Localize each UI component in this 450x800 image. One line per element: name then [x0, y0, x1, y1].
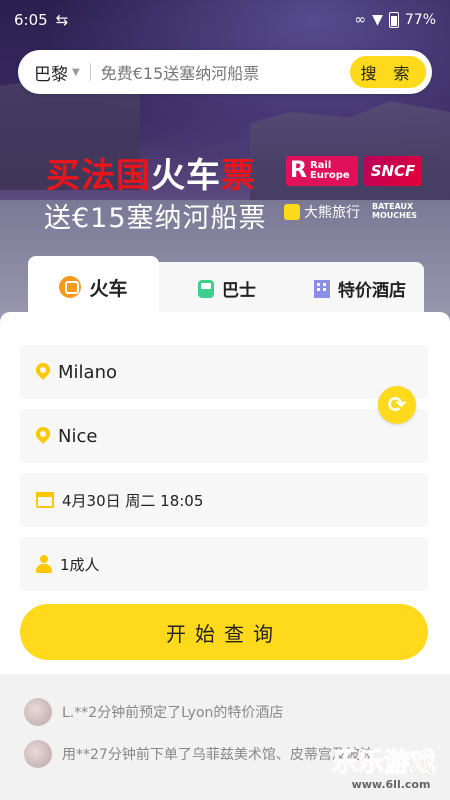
to-station-field[interactable]: Nice: [20, 409, 428, 463]
rail-europe-logo: R Rail Europe: [286, 156, 358, 186]
battery-level: 77%: [404, 12, 436, 28]
sncf-logo: SNCF: [364, 156, 422, 186]
to-station-value: Nice: [58, 425, 98, 447]
passenger-value: 1成人: [60, 555, 100, 574]
status-left: 6:05 ⇆: [14, 11, 68, 29]
status-right: ∞ ▼ 77%: [354, 12, 436, 28]
watermark: 乐乐游戏 www.6ll.com: [332, 748, 450, 800]
watermark-url: www.6ll.com: [351, 778, 431, 791]
calendar-icon: [36, 492, 54, 508]
daxiong-label: 大熊旅行: [304, 205, 360, 221]
battery-icon: [388, 12, 399, 28]
banner-headline-part2: 火车: [151, 156, 221, 196]
location-pin-icon: [36, 363, 50, 381]
status-time: 6:05: [14, 11, 48, 29]
city-selector[interactable]: 巴黎: [34, 60, 68, 85]
rail-europe-line2: Europe: [309, 170, 350, 181]
tab-train[interactable]: 火车: [28, 256, 159, 318]
chevron-down-icon[interactable]: ▼: [72, 67, 80, 78]
bateaux-line2: MOUCHES: [372, 211, 418, 220]
tab-train-label: 火车: [89, 274, 128, 303]
search-divider: [89, 63, 91, 81]
train-icon: [59, 276, 82, 298]
hotel-icon: [314, 279, 330, 298]
watermark-title: 乐乐游戏: [332, 748, 437, 779]
activity-text: 用**27分钟前下单了乌菲兹美术馆、皮蒂宫及波波: [62, 747, 374, 763]
banner-headline-part3: 票: [221, 156, 256, 196]
rail-europe-wordmark: Rail Europe: [310, 161, 350, 181]
location-pin-icon: [36, 427, 50, 445]
start-query-button[interactable]: 开始查询: [20, 604, 428, 660]
notification-icon: ⇆: [55, 11, 69, 29]
bus-icon: [198, 279, 214, 298]
search-button[interactable]: 搜 索: [350, 56, 426, 88]
tab-hotel-label: 特价酒店: [338, 281, 406, 301]
activity-item: L.**2分钟前预定了Lyon的特价酒店: [24, 698, 283, 726]
tab-bus[interactable]: 巴士: [198, 276, 256, 301]
bateaux-line1: BATEAUX: [372, 202, 414, 211]
activity-text: L.**2分钟前预定了Lyon的特价酒店: [62, 705, 284, 721]
person-icon: [36, 555, 52, 573]
tab-bus-label: 巴士: [222, 281, 256, 301]
avatar: [24, 698, 52, 726]
date-value: 4月30日 周二 18:05: [62, 491, 204, 510]
swap-icon: ⟳: [387, 392, 407, 418]
wifi-icon: ▼: [372, 12, 383, 28]
from-station-value: Milano: [58, 361, 117, 383]
tab-hotel[interactable]: 特价酒店: [314, 276, 406, 301]
avatar: [24, 740, 52, 768]
swap-stations-button[interactable]: ⟳: [378, 386, 416, 424]
bateaux-mouches-logo: BATEAUX MOUCHES: [372, 202, 417, 220]
search-bar: 巴黎 ▼ 免费€15送塞纳河船票 搜 索: [18, 50, 432, 94]
link-icon: ∞: [354, 12, 367, 28]
passenger-field[interactable]: 1成人: [20, 537, 428, 591]
bear-icon: [284, 204, 300, 220]
from-station-field[interactable]: Milano: [20, 345, 428, 399]
daxiong-logo: 大熊旅行: [284, 202, 360, 222]
status-bar: 6:05 ⇆ ∞ ▼ 77%: [0, 0, 450, 40]
activity-item: 用**27分钟前下单了乌菲兹美术馆、皮蒂宫及波波: [24, 740, 374, 768]
date-field[interactable]: 4月30日 周二 18:05: [20, 473, 428, 527]
banner-headline: 买法国火车票: [46, 148, 256, 197]
search-input[interactable]: 免费€15送塞纳河船票: [101, 60, 350, 84]
rail-europe-mark-icon: R: [290, 158, 307, 183]
banner-headline-part1: 买法国: [46, 156, 151, 196]
banner-subline: 送€15塞纳河船票: [44, 203, 267, 234]
